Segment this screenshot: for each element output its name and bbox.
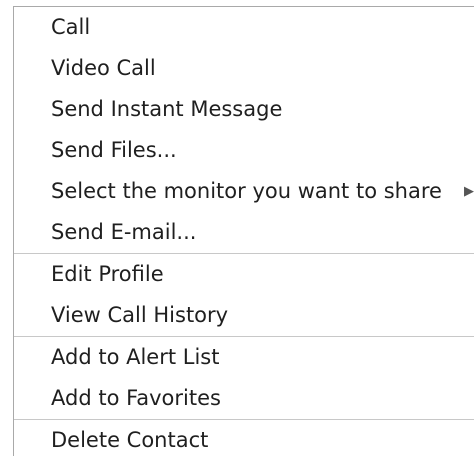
menu-item-send-instant-message[interactable]: Send Instant Message (14, 89, 474, 130)
menu-item-label: Delete Contact (51, 428, 209, 452)
menu-item-label: Send Instant Message (51, 97, 283, 121)
menu-item-label: Add to Alert List (51, 345, 220, 369)
menu-item-edit-profile[interactable]: Edit Profile (14, 254, 474, 295)
menu-item-label: Select the monitor you want to share (51, 179, 442, 203)
menu-item-call[interactable]: Call (14, 7, 474, 48)
menu-item-view-call-history[interactable]: View Call History (14, 295, 474, 336)
menu-item-video-call[interactable]: Video Call (14, 48, 474, 89)
menu-item-delete-contact[interactable]: Delete Contact (14, 420, 474, 456)
menu-item-label: Send Files... (51, 138, 177, 162)
menu-item-label: Call (51, 15, 91, 39)
menu-item-add-to-alert-list[interactable]: Add to Alert List (14, 337, 474, 378)
menu-item-label: View Call History (51, 303, 229, 327)
context-menu: Call Video Call Send Instant Message Sen… (13, 6, 474, 456)
menu-item-label: Video Call (51, 56, 156, 80)
menu-item-send-files[interactable]: Send Files... (14, 130, 474, 171)
menu-item-select-monitor[interactable]: Select the monitor you want to share ▶ (14, 171, 474, 212)
menu-item-label: Add to Favorites (51, 386, 221, 410)
menu-item-label: Edit Profile (51, 262, 164, 286)
menu-item-send-email[interactable]: Send E-mail... (14, 212, 474, 253)
menu-item-label: Send E-mail... (51, 220, 197, 244)
triangle-right-icon: ▶ (464, 184, 474, 199)
menu-item-add-to-favorites[interactable]: Add to Favorites (14, 378, 474, 419)
